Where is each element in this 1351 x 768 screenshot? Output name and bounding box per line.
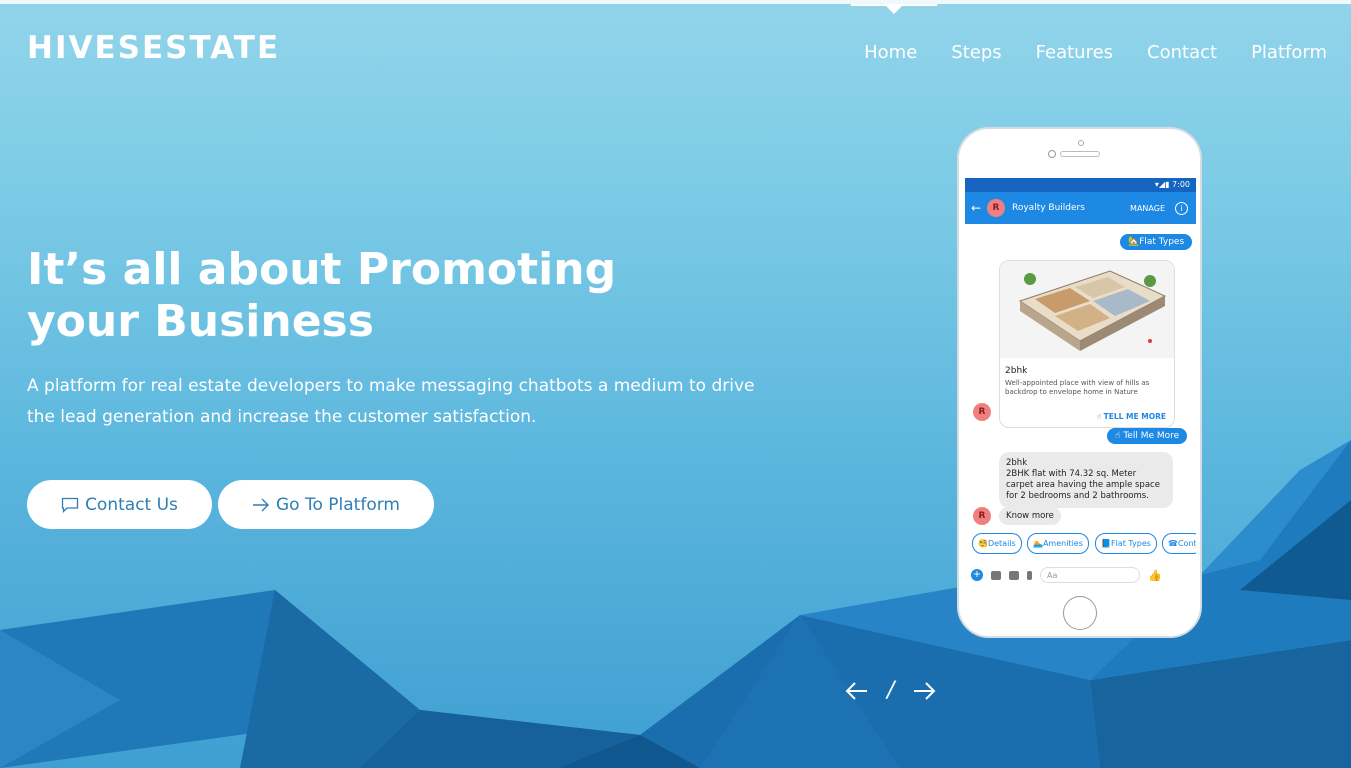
pager-separator: / <box>887 678 895 703</box>
hero-subtitle: A platform for real estate developers to… <box>27 376 755 427</box>
manage-button[interactable]: MANAGE <box>1130 204 1165 213</box>
thumbs-up-icon[interactable]: 👍 <box>1148 569 1162 582</box>
status-bar: ▾◢▮ 7:00 <box>965 178 1196 192</box>
wifi-signal-battery-icons: ▾◢▮ <box>1154 180 1173 189</box>
bot-avatar: R <box>973 403 991 421</box>
quick-reply-contact[interactable]: ☎Cont <box>1162 533 1196 554</box>
chat-name: Royalty Builders <box>1012 203 1085 213</box>
camera-icon[interactable] <box>991 570 1001 580</box>
go-to-platform-label: Go To Platform <box>276 494 400 515</box>
contact-us-label: Contact Us <box>85 494 178 515</box>
main-nav: Home Steps Features Contact Platform <box>864 42 1327 63</box>
tell-me-more-button[interactable]: ☝ TELL ME MORE <box>1096 412 1166 421</box>
prev-arrow-icon[interactable] <box>845 681 869 701</box>
chat-avatar: R <box>987 199 1005 217</box>
brand-logo[interactable]: HIVESESTATE <box>27 30 280 66</box>
phone-mockup: ▾◢▮ 7:00 ← R Royalty Builders MANAGE i 🏡… <box>957 127 1202 638</box>
floor-plan-illustration <box>1018 270 1167 351</box>
info-icon[interactable]: i <box>1175 201 1188 215</box>
phone-home-button <box>1063 596 1097 630</box>
quick-reply-amenities[interactable]: 🏊Amenities <box>1027 533 1089 554</box>
image-icon[interactable] <box>1009 570 1019 580</box>
go-to-platform-button[interactable]: Go To Platform <box>218 480 434 529</box>
message-input[interactable]: Aa <box>1040 567 1140 583</box>
messenger-screen: ▾◢▮ 7:00 ← R Royalty Builders MANAGE i 🏡… <box>965 178 1196 589</box>
hero-title: It’s all about Promoting your Business <box>27 244 617 347</box>
floor-plan-image <box>1000 261 1174 358</box>
card-description: Well-appointed place with view of hills … <box>1005 379 1150 396</box>
arrow-right-icon <box>253 498 269 511</box>
property-card: 2bhk Well-appointed place with view of h… <box>999 260 1175 428</box>
nav-home[interactable]: Home <box>864 42 917 63</box>
next-arrow-icon[interactable] <box>912 681 936 701</box>
microphone-icon[interactable] <box>1027 570 1032 580</box>
contact-us-button[interactable]: Contact Us <box>27 480 212 529</box>
plus-icon[interactable]: + <box>971 569 983 581</box>
back-arrow-icon[interactable]: ← <box>965 201 987 215</box>
know-more-message: Know more <box>999 507 1061 525</box>
bot-message-body: 2BHK flat with 74.32 sq. Meter carpet ar… <box>1006 469 1160 501</box>
nav-features[interactable]: Features <box>1036 42 1113 63</box>
phone-speaker <box>1060 151 1100 157</box>
user-message-tell-me-more: ☝ Tell Me More <box>1107 428 1188 444</box>
quick-reply-details[interactable]: 🧐Details <box>972 533 1022 554</box>
active-nav-indicator <box>851 4 937 14</box>
bot-message-title: 2bhk <box>1006 458 1028 468</box>
status-time: 7:00 <box>1172 180 1190 189</box>
chat-header: ← R Royalty Builders MANAGE i <box>965 192 1196 224</box>
slider-pager: / <box>845 678 936 703</box>
quick-reply-flat-types[interactable]: 📘Flat Types <box>1095 533 1157 554</box>
message-composer: + Aa 👍 <box>965 563 1196 587</box>
phone-camera <box>1048 150 1056 158</box>
chat-bubble-icon <box>61 497 79 513</box>
bot-avatar-2: R <box>973 507 991 525</box>
card-title: 2bhk <box>1005 366 1028 376</box>
user-message-flat-types: 🏡Flat Types <box>1120 234 1193 250</box>
bot-message-2bhk: 2bhk 2BHK flat with 74.32 sq. Meter carp… <box>999 452 1173 508</box>
nav-contact[interactable]: Contact <box>1147 42 1217 63</box>
nav-steps[interactable]: Steps <box>951 42 1001 63</box>
phone-sensor <box>1078 140 1084 146</box>
nav-platform[interactable]: Platform <box>1251 42 1327 63</box>
